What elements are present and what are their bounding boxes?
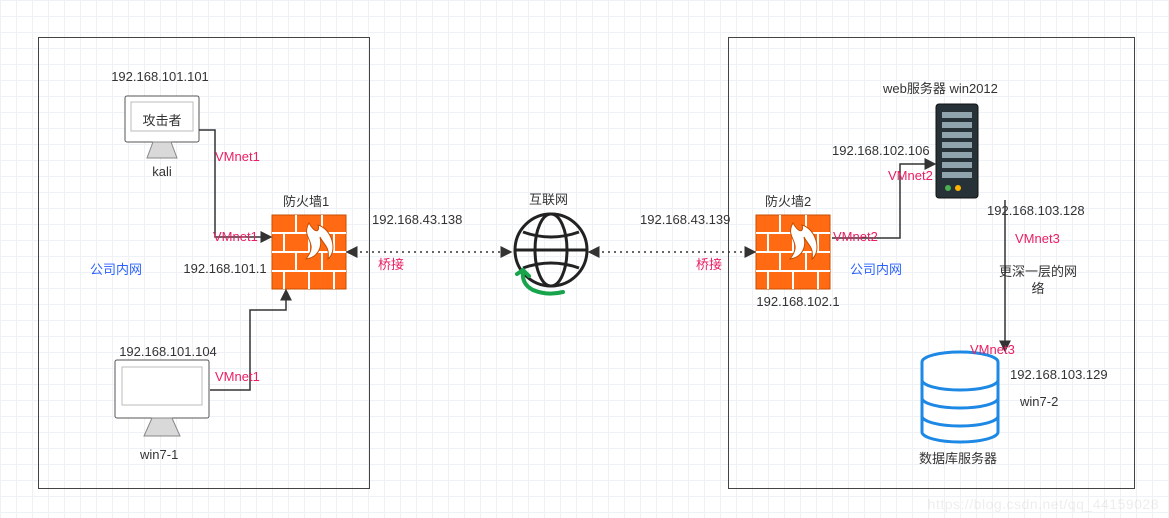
deeper-network-label: 更深一层的网络	[993, 264, 1083, 298]
ip-label: 192.168.101.1	[180, 262, 270, 277]
host-label: kali	[143, 165, 181, 179]
firewall-title: 防火墙2	[765, 195, 811, 209]
ip-label: 192.168.101.101	[100, 70, 220, 84]
intranet-label: 公司内网	[850, 263, 902, 277]
ip-label: 192.168.102.1	[753, 295, 843, 310]
net-label: VMnet2	[833, 230, 878, 244]
server-title: web服务器 win2012	[883, 82, 998, 96]
net-label: VMnet1	[215, 150, 260, 164]
net-label: VMnet2	[888, 169, 933, 183]
ip-label: 192.168.103.129	[1010, 368, 1108, 382]
internet-label: 互联网	[529, 193, 568, 207]
ip-label: 192.168.101.104	[108, 345, 228, 359]
ip-label: 192.168.43.139	[640, 213, 730, 228]
bridge-label: 桥接	[696, 258, 722, 272]
ip-label: 192.168.43.138	[372, 213, 462, 228]
db-title: 数据库服务器	[919, 452, 997, 466]
ip-label: 192.168.102.106	[832, 144, 930, 158]
net-label: VMnet1	[215, 370, 260, 384]
net-label: VMnet3	[970, 343, 1015, 357]
host-label: win7-2	[1020, 395, 1058, 409]
globe-icon	[515, 214, 587, 294]
firewall-title: 防火墙1	[283, 195, 329, 209]
net-label: VMnet1	[213, 230, 258, 244]
watermark: https://blog.csdn.net/qq_44159028	[928, 496, 1159, 512]
host-label: win7-1	[140, 448, 178, 462]
intranet-label: 公司内网	[90, 263, 142, 277]
bridge-label: 桥接	[378, 258, 404, 272]
role-label: 攻击者	[142, 114, 182, 128]
ip-label: 192.168.103.128	[987, 204, 1085, 218]
net-label: VMnet3	[1015, 232, 1060, 246]
right-network-box	[728, 37, 1135, 489]
